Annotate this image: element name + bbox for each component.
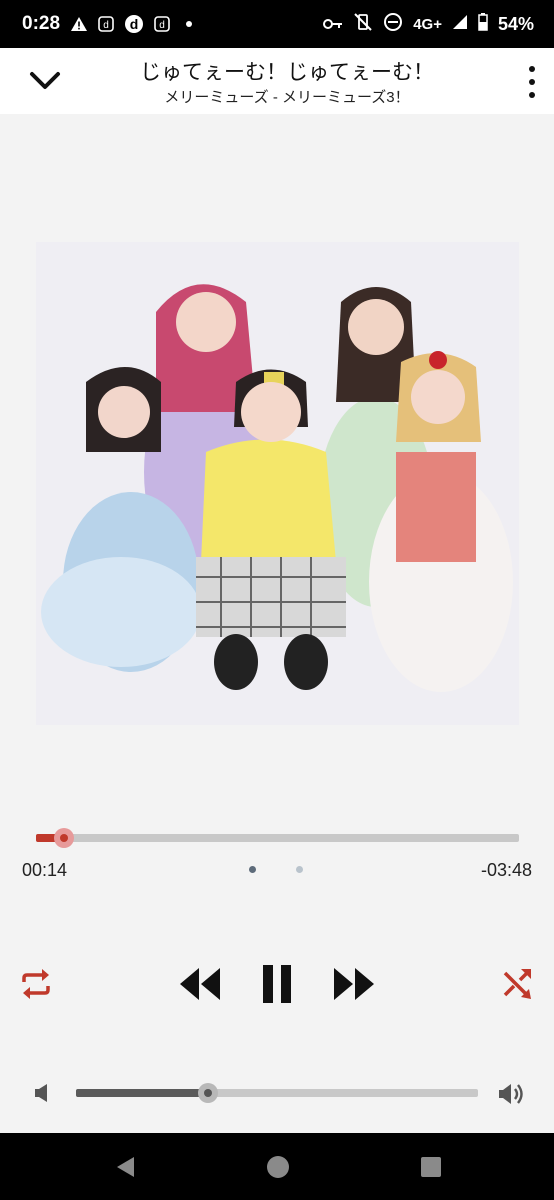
network-type: 4G+ [413, 15, 442, 33]
recents-icon[interactable] [417, 1153, 445, 1181]
repeat-icon[interactable] [16, 964, 56, 1004]
system-nav-bar [0, 1133, 554, 1200]
d-app-icon: d [98, 16, 114, 32]
volume-thumb[interactable] [197, 1083, 218, 1103]
track-artist-album: メリーミューズ - メリーミューズ3！ [164, 89, 410, 106]
battery-icon [478, 12, 488, 36]
svg-text:d: d [103, 20, 109, 31]
fast-forward-icon[interactable] [330, 962, 378, 1006]
home-icon[interactable] [264, 1153, 292, 1181]
page-indicator-dot [296, 866, 303, 873]
alert-icon [70, 16, 88, 32]
vibrate-off-icon [353, 12, 373, 37]
rewind-icon[interactable] [176, 962, 224, 1006]
volume-high-icon[interactable] [496, 1080, 528, 1108]
album-art [36, 242, 519, 725]
progress-thumb[interactable] [53, 828, 74, 848]
do-not-disturb-icon [383, 12, 403, 37]
shuffle-icon[interactable] [498, 964, 538, 1004]
remaining-time: -03:48 [480, 860, 532, 880]
status-time: 0:28 [22, 13, 61, 34]
signal-icon [452, 14, 468, 35]
vpn-key-icon [323, 14, 343, 35]
status-bar: 0:28 d d d 4G+ 54% [0, 0, 554, 48]
d-app-round-icon: d [124, 14, 144, 34]
battery-level: 54% [497, 13, 534, 34]
playback-progress-bar[interactable] [36, 828, 519, 848]
svg-text:d: d [130, 16, 139, 32]
volume-low-icon[interactable] [30, 1080, 54, 1106]
dot-icon [180, 19, 198, 29]
track-title: じゅてぇーむ！じゅてぇーむ！ [140, 61, 434, 84]
collapse-chevron-down-icon[interactable] [28, 68, 62, 94]
volume-fill [76, 1089, 208, 1097]
svg-text:d: d [159, 20, 165, 31]
player-header: じゅてぇーむ！じゅてぇーむ！ メリーミューズ - メリーミューズ3！ [0, 48, 554, 114]
back-icon[interactable] [112, 1153, 140, 1181]
more-options-icon[interactable] [526, 66, 538, 98]
d-app-icon: d [154, 16, 170, 32]
elapsed-time: 00:14 [22, 860, 68, 880]
page-indicator-dot [249, 866, 256, 873]
volume-slider[interactable] [76, 1083, 478, 1103]
pause-icon[interactable] [255, 960, 299, 1008]
